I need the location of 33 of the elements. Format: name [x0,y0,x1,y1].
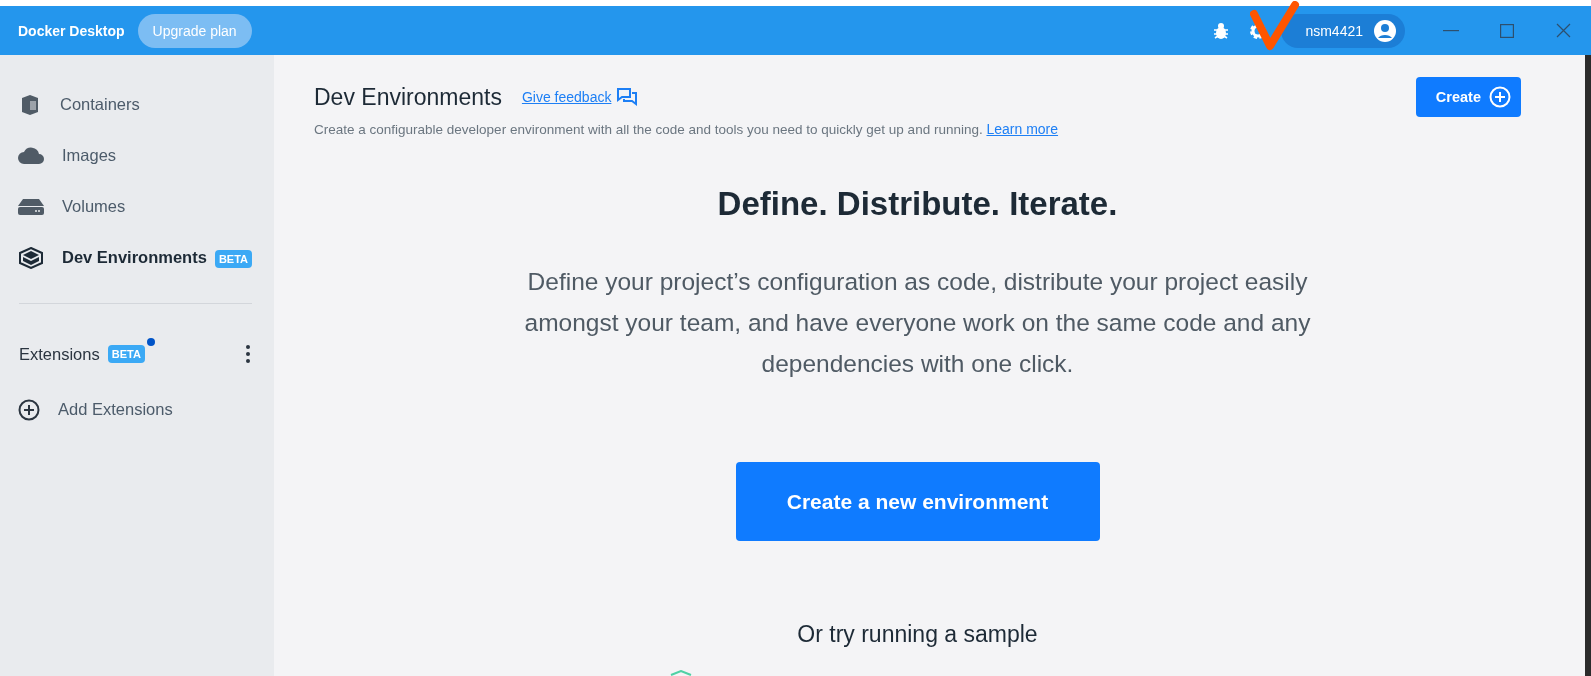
hero-heading: Define. Distribute. Iterate. [717,185,1118,223]
page-title: Dev Environments [314,83,502,111]
add-extensions-item[interactable]: Add Extensions [0,384,274,435]
drive-icon [18,198,44,215]
sidebar-item[interactable]: Volumes [0,181,274,232]
minimize-icon[interactable] [1443,29,1459,32]
sidebar-item[interactable]: Containers [0,79,274,130]
give-feedback-link[interactable]: Give feedback [521,89,612,105]
sidebar-item[interactable]: Images [0,130,274,181]
close-icon[interactable] [1555,23,1571,38]
chat-icon [617,88,638,106]
create-environment-button[interactable]: Create a new environment [735,462,1100,541]
beta-badge: BETA [107,345,145,363]
checkmark-annotation [1250,1,1300,51]
hero-description: Define your project’s configuration as code, distribute your project easily amongst your team, and have everyone work on the same code and any dependencies with one click. [523,267,1312,379]
cube-icon [18,246,44,269]
bug-icon[interactable] [1213,21,1230,40]
add-icon [18,398,40,421]
maximize-icon[interactable] [1500,23,1514,38]
account-button[interactable]: nsm4421 [1281,13,1405,48]
sample-logo-icon [670,670,692,676]
sidebar-item[interactable]: Dev Environments BETA [0,232,274,283]
cloud-icon [18,147,44,164]
sample-heading: Or try running a sample [797,621,1038,648]
page-description: Create a configurable developer environment with all the code and tools you need to quickly get up and running. Learn more [314,121,1060,137]
add-icon [1489,86,1511,108]
extensions-label: Extensions [19,344,100,364]
beta-badge: BETA [214,250,252,268]
create-button[interactable]: Create [1415,77,1521,117]
learn-more-link[interactable]: Learn more [986,121,1059,137]
more-options-icon[interactable] [246,345,250,363]
user-icon [1373,18,1397,43]
app-name: Docker Desktop [18,22,125,39]
